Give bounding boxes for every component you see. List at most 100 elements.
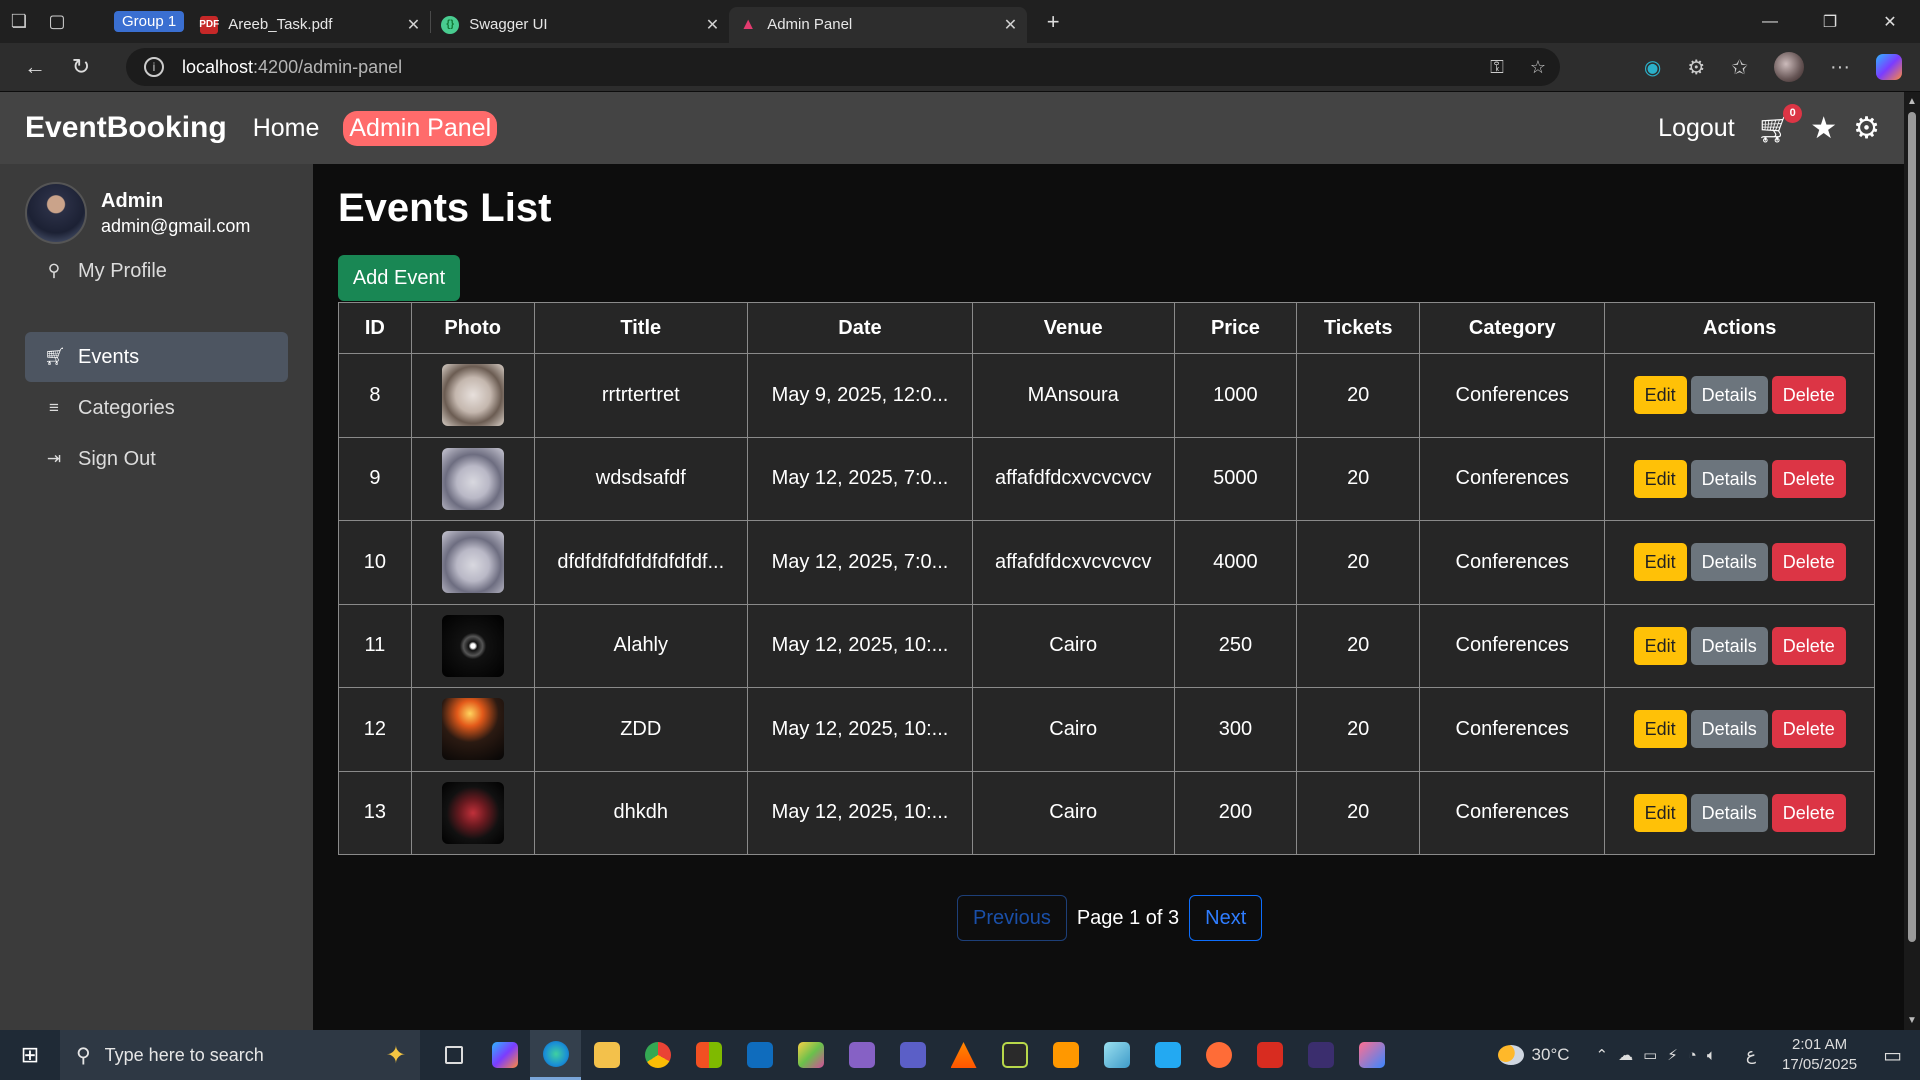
gear-icon[interactable]: ⚙ bbox=[1853, 111, 1880, 146]
minimize-icon[interactable]: — bbox=[1740, 0, 1800, 43]
details-button[interactable]: Details bbox=[1690, 626, 1768, 665]
taskbar-search-input[interactable]: ⚲ Type here to search ✦ bbox=[60, 1030, 420, 1080]
site-info-icon[interactable]: i bbox=[144, 57, 164, 77]
tab-swagger-ui[interactable]: {} Swagger UI ✕ bbox=[431, 7, 729, 43]
copilot-app-icon[interactable] bbox=[479, 1030, 530, 1080]
details-button[interactable]: Details bbox=[1690, 793, 1768, 832]
notification-icon[interactable]: ▭ bbox=[1883, 1043, 1902, 1068]
cell-photo bbox=[410, 687, 535, 772]
edit-button[interactable]: Edit bbox=[1633, 626, 1687, 665]
visual-studio-icon[interactable] bbox=[836, 1030, 887, 1080]
system-icons[interactable]: ⌃☁▭⚡◔🔈︎ bbox=[1596, 1046, 1726, 1064]
extension-icon[interactable]: ◉ bbox=[1644, 55, 1661, 80]
redis-icon[interactable] bbox=[1244, 1030, 1295, 1080]
sidebar-item-sign-out[interactable]: ⇥ Sign Out bbox=[25, 434, 288, 484]
logout-link[interactable]: Logout bbox=[1658, 114, 1734, 143]
nav-home-link[interactable]: Home bbox=[253, 114, 320, 143]
cart-icon[interactable]: 🛒︎ 0 bbox=[1757, 103, 1803, 145]
file-explorer-icon[interactable] bbox=[581, 1030, 632, 1080]
chrome-icon[interactable] bbox=[632, 1030, 683, 1080]
column-header: Tickets bbox=[1296, 302, 1421, 354]
delete-button[interactable]: Delete bbox=[1771, 626, 1846, 665]
page-scrollbar[interactable]: ▲ ▼ bbox=[1904, 92, 1920, 1030]
cell-venue: MAnsoura bbox=[971, 353, 1175, 438]
star-icon[interactable]: ★ bbox=[1810, 111, 1837, 146]
edit-button[interactable]: Edit bbox=[1633, 459, 1687, 498]
language-indicator[interactable]: ع bbox=[1746, 1045, 1756, 1065]
postman-icon[interactable] bbox=[1193, 1030, 1244, 1080]
new-tab-button[interactable]: + bbox=[1035, 9, 1071, 35]
notes-icon[interactable] bbox=[1091, 1030, 1142, 1080]
details-button[interactable]: Details bbox=[1690, 376, 1768, 415]
sidebar-item-events[interactable]: 🛒︎ Events bbox=[25, 332, 288, 382]
next-page-button[interactable]: Next bbox=[1189, 895, 1263, 941]
snipping-tool-icon[interactable] bbox=[1346, 1030, 1397, 1080]
close-icon[interactable]: ✕ bbox=[407, 15, 420, 35]
restore-icon[interactable]: ❐ bbox=[1800, 0, 1860, 43]
app-navbar: EventBooking Home Admin Panel Logout 🛒︎ 0… bbox=[0, 92, 1904, 164]
tab-areeb-task[interactable]: PDF Areeb_Task.pdf ✕ bbox=[190, 7, 430, 43]
sidebar-item-my-profile[interactable]: ⚲ My Profile bbox=[25, 246, 288, 296]
back-icon[interactable]: ← bbox=[12, 54, 58, 80]
paint-icon[interactable] bbox=[785, 1030, 836, 1080]
edit-button[interactable]: Edit bbox=[1633, 710, 1687, 749]
delete-button[interactable]: Delete bbox=[1771, 710, 1846, 749]
copilot-icon[interactable] bbox=[1876, 54, 1902, 80]
table-row: 10 dfdfdfdfdfdfdfdfdf... May 12, 2025, 7… bbox=[338, 520, 1875, 605]
edit-button[interactable]: Edit bbox=[1633, 543, 1687, 582]
cell-id: 9 bbox=[338, 436, 412, 521]
edge-icon[interactable] bbox=[530, 1030, 581, 1080]
delete-button[interactable]: Delete bbox=[1771, 543, 1846, 582]
teams-icon[interactable] bbox=[887, 1030, 938, 1080]
scroll-up-icon[interactable]: ▲ bbox=[1907, 96, 1917, 107]
more-icon[interactable]: ··· bbox=[1830, 56, 1850, 79]
close-icon[interactable]: ✕ bbox=[706, 15, 719, 35]
details-button[interactable]: Details bbox=[1690, 710, 1768, 749]
refresh-icon[interactable]: ↻ bbox=[58, 54, 104, 80]
cell-category: Conferences bbox=[1419, 353, 1606, 438]
previous-page-button[interactable]: Previous bbox=[957, 895, 1067, 941]
sidebar-item-categories[interactable]: ≡ Categories bbox=[25, 383, 288, 433]
cart-icon: 🛒︎ bbox=[44, 347, 66, 366]
delete-button[interactable]: Delete bbox=[1771, 793, 1846, 832]
cell-id: 13 bbox=[338, 770, 412, 855]
brand-logo[interactable]: EventBooking bbox=[25, 111, 227, 145]
favorite-star-icon[interactable]: ☆ bbox=[1530, 57, 1546, 78]
vscode-icon[interactable] bbox=[1142, 1030, 1193, 1080]
favorites-icon[interactable]: ✩ bbox=[1731, 55, 1748, 80]
app-icon[interactable] bbox=[989, 1030, 1040, 1080]
edit-button[interactable]: Edit bbox=[1633, 793, 1687, 832]
store-icon[interactable] bbox=[683, 1030, 734, 1080]
vlc-icon[interactable] bbox=[938, 1030, 989, 1080]
key-icon[interactable]: ⚿ bbox=[1490, 57, 1504, 78]
delete-button[interactable]: Delete bbox=[1771, 376, 1846, 415]
outlook-icon[interactable] bbox=[734, 1030, 785, 1080]
delete-button[interactable]: Delete bbox=[1771, 459, 1846, 498]
url-input[interactable]: i localhost:4200/admin-panel ⚿ ☆ bbox=[126, 48, 1560, 86]
profile-avatar-icon[interactable] bbox=[1774, 52, 1805, 82]
close-window-icon[interactable]: ✕ bbox=[1860, 0, 1920, 43]
extensions-puzzle-icon[interactable]: ⚙ bbox=[1687, 55, 1705, 80]
sidebar: Admin admin@gmail.com ⚲ My Profile 🛒︎ Ev… bbox=[0, 164, 313, 1030]
scrollbar-thumb[interactable] bbox=[1908, 112, 1916, 942]
workspaces-icon[interactable]: ❏ bbox=[0, 0, 38, 43]
close-icon[interactable]: ✕ bbox=[1004, 15, 1017, 35]
tab-group-label[interactable]: Group 1 bbox=[114, 11, 185, 32]
details-button[interactable]: Details bbox=[1690, 459, 1768, 498]
tab-admin-panel[interactable]: ▲ Admin Panel ✕ bbox=[729, 6, 1028, 43]
details-button[interactable]: Details bbox=[1690, 543, 1768, 582]
windows-start-icon[interactable]: ⊞ bbox=[0, 1042, 60, 1068]
search-placeholder: Type here to search bbox=[104, 1044, 264, 1065]
terminal-icon[interactable] bbox=[1295, 1030, 1346, 1080]
sublime-icon[interactable] bbox=[1040, 1030, 1091, 1080]
tab-actions-icon[interactable]: ▢ bbox=[38, 0, 76, 43]
add-event-button[interactable]: Add Event bbox=[338, 255, 460, 301]
cell-venue: Cairo bbox=[971, 770, 1175, 855]
column-header: Category bbox=[1419, 302, 1606, 354]
weather-widget[interactable]: 30°C bbox=[1497, 1045, 1570, 1065]
scroll-down-icon[interactable]: ▼ bbox=[1907, 1015, 1917, 1026]
clock[interactable]: 2:01 AM 17/05/2025 bbox=[1782, 1035, 1857, 1075]
nav-admin-panel-link[interactable]: Admin Panel bbox=[343, 110, 498, 146]
task-view-icon[interactable] bbox=[428, 1030, 479, 1080]
edit-button[interactable]: Edit bbox=[1633, 376, 1687, 415]
